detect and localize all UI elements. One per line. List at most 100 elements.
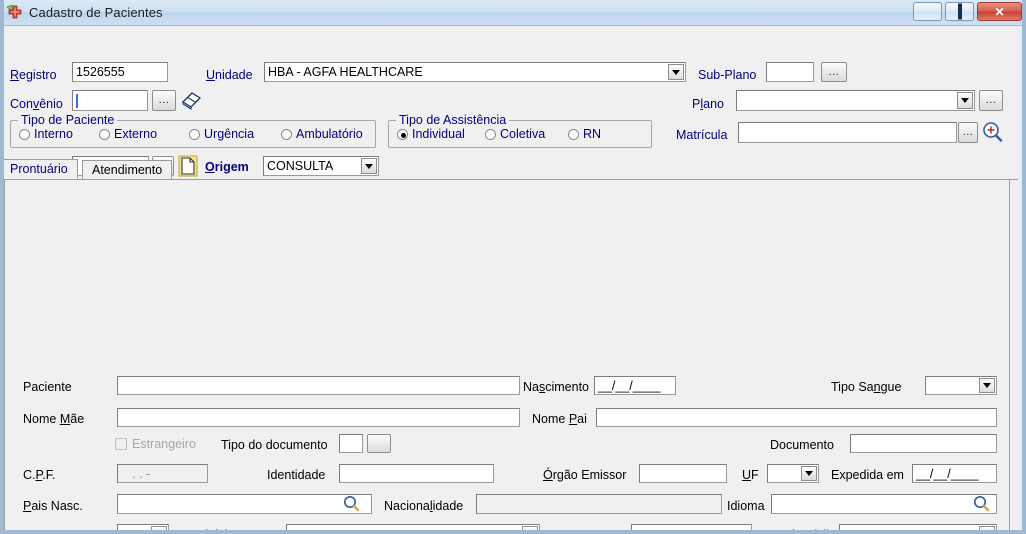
tab-prontuario[interactable]: Prontuário [4, 159, 78, 179]
documento-input[interactable] [850, 434, 997, 453]
tab-atendimento[interactable]: Atendimento [82, 160, 173, 179]
tab-prontuario-label: Prontuário [10, 162, 68, 176]
radio-externo[interactable]: Externo [99, 127, 157, 141]
uf-select[interactable] [767, 464, 819, 483]
radio-coletiva[interactable]: Coletiva [485, 127, 545, 141]
matricula-label: Matrícula [676, 128, 728, 142]
radio-interno[interactable]: Interno [19, 127, 73, 141]
radio-rn[interactable]: RN [568, 127, 601, 141]
registro-input[interactable]: 1526555 [72, 62, 168, 82]
tipo-paciente-group: Tipo de Paciente Interno Externo Urgênci… [10, 113, 376, 148]
paciente-input[interactable] [117, 376, 520, 395]
header-panel: Registro 1526555 Unidade HBA - AGFA HEAL… [4, 26, 1022, 177]
magnifier-icon[interactable] [973, 495, 990, 512]
estado-civil-label: Estado Civil [763, 528, 829, 530]
tipo-documento-input[interactable] [339, 434, 363, 453]
nascimento-value: __/__/____ [598, 378, 661, 393]
uf-nasc-label: UF Nasc. [23, 528, 75, 530]
radio-icon [397, 128, 408, 140]
radio-icon [99, 128, 110, 140]
chevron-down-icon[interactable] [979, 378, 995, 393]
convenio-input[interactable] [72, 90, 148, 111]
radio-externo-label: Externo [114, 127, 158, 141]
nome-mae-input[interactable] [117, 408, 520, 427]
radio-icon [189, 128, 200, 140]
sub-plano-label: Sub-Plano [698, 68, 757, 82]
identidade-input[interactable] [339, 464, 494, 483]
nascimento-label: Nascimento [523, 380, 590, 394]
chevron-down-icon[interactable] [151, 526, 167, 530]
plano-select[interactable] [736, 90, 975, 111]
uf-nasc-select[interactable] [117, 524, 169, 530]
expedida-em-input[interactable]: __/__/____ [912, 464, 997, 483]
registro-label: Registro [10, 68, 57, 82]
radio-icon [568, 128, 579, 140]
municipio-nasc-select[interactable] [286, 524, 540, 530]
cns-label: CNS [596, 528, 622, 530]
radio-ambulatorio[interactable]: Ambulatório [281, 127, 363, 141]
chevron-down-icon[interactable] [957, 92, 973, 109]
expedida-em-label: Expedida em [831, 468, 904, 482]
documento-label: Documento [770, 438, 834, 452]
tipo-assistencia-legend: Tipo de Assistência [396, 113, 510, 127]
nome-pai-input[interactable] [596, 408, 997, 427]
nascimento-input[interactable]: __/__/____ [594, 376, 676, 395]
orgao-emissor-label: Órgão Emissor [543, 468, 627, 482]
unidade-label: Unidade [206, 68, 253, 82]
prontuario-tab-panel: Paciente Nascimento __/__/____ Tipo Sang… [4, 180, 1022, 530]
window-controls: ✕ [913, 2, 1022, 21]
radio-individual[interactable]: Individual [397, 127, 465, 141]
window-title: Cadastro de Pacientes [29, 5, 163, 20]
convenio-browse-button[interactable]: ... [152, 90, 176, 111]
chevron-down-icon[interactable] [801, 466, 817, 481]
close-button[interactable]: ✕ [977, 2, 1022, 21]
radio-ambulatorio-label: Ambulatório [296, 127, 363, 141]
medical-cross-icon [6, 4, 24, 22]
tipo-documento-browse-button[interactable] [367, 434, 391, 453]
matricula-browse-button[interactable]: ... [958, 122, 978, 143]
tipo-documento-label: Tipo do documento [221, 438, 328, 452]
title-bar: Cadastro de Pacientes ✕ [4, 0, 1022, 26]
chevron-down-icon[interactable] [979, 526, 995, 530]
radio-icon [281, 128, 292, 140]
sub-plano-input[interactable] [766, 62, 814, 82]
checkbox-icon [115, 438, 127, 450]
radio-urgencia-label: Urgência [204, 127, 255, 141]
pais-nasc-input[interactable] [117, 494, 372, 514]
estrangeiro-checkbox[interactable]: Estrangeiro [115, 437, 196, 451]
sub-plano-browse-button[interactable]: ... [821, 62, 847, 82]
estado-civil-select[interactable] [839, 524, 997, 530]
cpf-label: C.P.F. [23, 468, 56, 482]
tipo-sangue-select[interactable] [925, 376, 997, 395]
paciente-label: Paciente [23, 380, 72, 394]
chevron-down-icon[interactable] [668, 64, 684, 80]
radio-icon [19, 128, 30, 140]
maximize-icon [957, 3, 962, 19]
nacionalidade-input[interactable] [476, 494, 722, 514]
convenio-label: Convênio [10, 97, 63, 111]
eraser-icon[interactable] [180, 89, 203, 111]
idioma-input[interactable] [771, 494, 997, 514]
municipio-nasc-label: Município Nasc. [181, 528, 270, 530]
patient-registration-window: Cadastro de Pacientes ✕ Registro 1526555… [0, 0, 1026, 534]
cpf-input[interactable]: . . - [117, 464, 208, 483]
radio-coletiva-label: Coletiva [500, 127, 546, 141]
cns-input[interactable] [631, 524, 752, 530]
magnifier-plus-icon[interactable] [980, 120, 1004, 144]
chevron-down-icon[interactable] [522, 526, 538, 530]
maximize-button[interactable] [945, 2, 974, 21]
plano-browse-button[interactable]: ... [979, 90, 1003, 111]
uf-label: UF [742, 468, 759, 482]
matricula-input[interactable] [738, 122, 957, 143]
plano-label: Plano [692, 97, 724, 111]
unidade-select[interactable]: HBA - AGFA HEALTHCARE [264, 62, 686, 82]
orgao-emissor-input[interactable] [639, 464, 727, 483]
pais-nasc-label: Pais Nasc. [23, 499, 83, 513]
tipo-assistencia-group: Tipo de Assistência Individual Coletiva … [388, 113, 652, 148]
radio-urgencia[interactable]: Urgência [189, 127, 254, 141]
tipo-paciente-legend: Tipo de Paciente [18, 113, 118, 127]
tab-atendimento-label: Atendimento [92, 163, 163, 177]
magnifier-icon[interactable] [343, 495, 360, 512]
unidade-value: HBA - AGFA HEALTHCARE [268, 65, 423, 79]
minimize-button[interactable] [913, 2, 942, 21]
